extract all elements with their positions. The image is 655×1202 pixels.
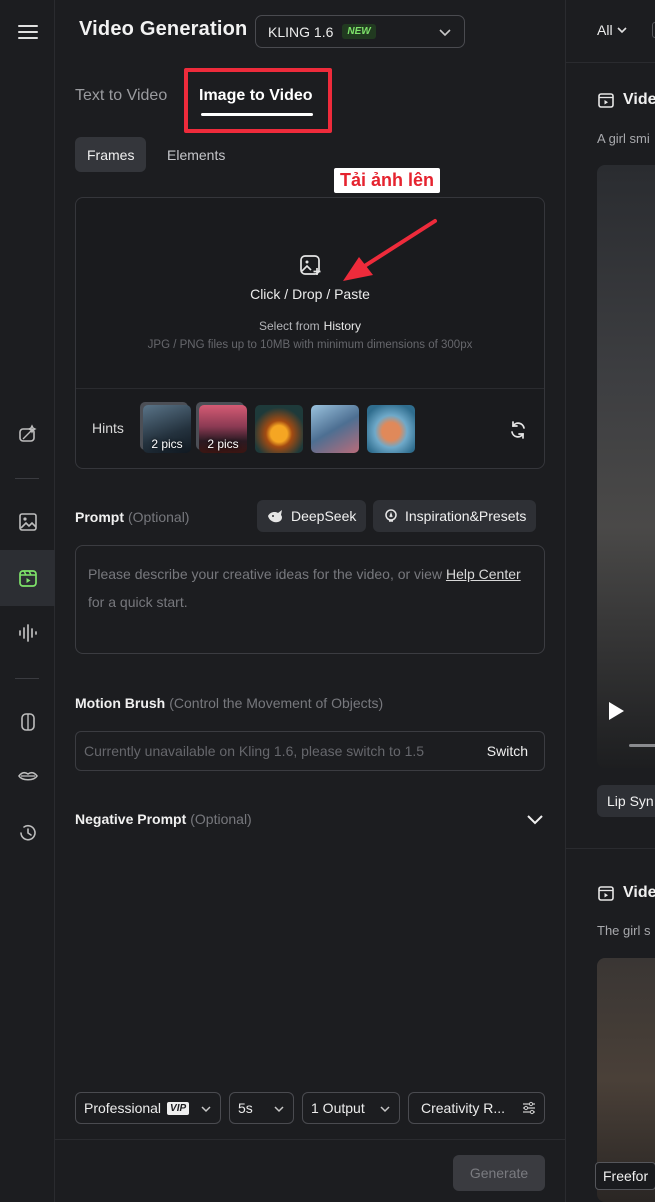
history-link[interactable]: History — [324, 319, 361, 333]
hint-count: 2 pics — [151, 437, 183, 451]
whale-icon — [268, 510, 282, 523]
upload-action-text: Click / Drop / Paste — [250, 286, 370, 302]
vip-badge: VIP — [167, 1101, 190, 1115]
hints-label: Hints — [92, 420, 124, 436]
chevron-down-icon[interactable] — [525, 812, 545, 828]
filter-select[interactable]: All — [597, 22, 628, 38]
select-prefix: Select from — [258, 319, 320, 333]
hint-count: 2 pics — [207, 437, 239, 451]
help-center-link[interactable]: Help Center — [446, 566, 521, 582]
subtab-frames[interactable]: Frames — [75, 137, 147, 172]
upload-requirements: JPG / PNG files up to 10MB with minimum … — [147, 339, 473, 351]
divider — [76, 388, 544, 389]
refresh-icon[interactable] — [508, 420, 528, 440]
chevron-down-icon — [439, 29, 451, 37]
upload-callout: Tải ảnh lên — [334, 168, 441, 193]
creativity-relevance-select[interactable]: Creativity R... — [408, 1092, 545, 1124]
shirt-icon[interactable] — [0, 694, 55, 750]
prompt-textarea[interactable]: Please describe your creative ideas for … — [75, 545, 545, 654]
motion-brush-unavailable: Currently unavailable on Kling 1.6, plea… — [84, 743, 425, 759]
upload-image-icon — [300, 255, 321, 275]
history-icon[interactable] — [0, 805, 55, 861]
lip-sync-button[interactable]: Lip Syn — [597, 785, 655, 817]
left-nav-rail — [0, 0, 55, 1202]
hint-thumbnail[interactable]: 2 pics — [196, 402, 247, 453]
divider — [566, 62, 655, 63]
negative-prompt-label[interactable]: Negative Prompt (Optional) — [75, 811, 252, 827]
results-feed: All Vide A girl smi Lip Syn Vide The gir… — [566, 0, 655, 1202]
audio-wave-icon[interactable] — [0, 605, 55, 661]
hint-thumbnail[interactable] — [311, 405, 359, 453]
highlight-box — [184, 68, 332, 133]
subtab-elements[interactable]: Elements — [155, 137, 237, 172]
model-name: KLING 1.6 — [268, 23, 334, 40]
feed-item-title: Vide — [597, 884, 655, 902]
tab-text-to-video[interactable]: Text to Video — [75, 87, 167, 105]
model-select[interactable]: KLING 1.6 NEW — [255, 15, 465, 48]
video-preview[interactable] — [597, 165, 655, 768]
video-icon[interactable] — [0, 550, 55, 606]
video-progress-bar[interactable] — [629, 744, 655, 747]
menu-icon[interactable] — [0, 4, 55, 60]
divider — [566, 848, 655, 849]
chevron-down-icon — [617, 27, 628, 34]
select-from-history: Select from History — [76, 319, 544, 333]
image-upload-area[interactable]: Click / Drop / Paste Select from History … — [75, 197, 545, 469]
sliders-icon — [523, 1101, 535, 1115]
feed-item-description: A girl smi — [597, 131, 650, 146]
motion-brush-field: Currently unavailable on Kling 1.6, plea… — [75, 731, 545, 771]
outputs-select[interactable]: 1 Output — [302, 1092, 400, 1124]
mode-select[interactable]: Professional VIP — [75, 1092, 221, 1124]
duration-select[interactable]: 5s — [229, 1092, 294, 1124]
video-icon — [598, 886, 614, 901]
switch-button[interactable]: Switch — [487, 743, 528, 759]
prompt-label: Prompt (Optional) — [75, 509, 190, 525]
annotation-arrow-icon — [343, 219, 437, 281]
hint-thumbnail[interactable] — [255, 405, 303, 453]
hint-thumbnail[interactable]: 2 pics — [140, 402, 191, 453]
hint-thumbnail[interactable] — [367, 405, 415, 453]
video-icon — [598, 93, 614, 108]
divider — [55, 1139, 566, 1140]
deepseek-button[interactable]: DeepSeek — [257, 500, 367, 532]
feed-item-description: The girl s — [597, 923, 651, 938]
new-badge: NEW — [342, 24, 376, 39]
lightbulb-icon — [385, 509, 397, 522]
chevron-down-icon — [380, 1106, 390, 1113]
play-icon[interactable] — [607, 700, 625, 722]
image-icon[interactable] — [0, 494, 55, 550]
magic-wand-icon[interactable] — [0, 406, 55, 462]
lips-icon[interactable] — [0, 749, 55, 805]
freeform-tooltip: Freefor — [595, 1162, 655, 1190]
video-generation-panel: Video Generation KLING 1.6 NEW Text to V… — [55, 0, 566, 1202]
chevron-down-icon — [274, 1106, 284, 1113]
feed-item-title: Vide — [597, 91, 655, 109]
motion-brush-label: Motion Brush (Control the Movement of Obj… — [75, 695, 384, 711]
page-title: Video Generation — [79, 18, 248, 40]
generate-button[interactable]: Generate — [453, 1155, 545, 1191]
chevron-down-icon — [201, 1106, 211, 1113]
inspiration-presets-button[interactable]: Inspiration&Presets — [373, 500, 537, 532]
